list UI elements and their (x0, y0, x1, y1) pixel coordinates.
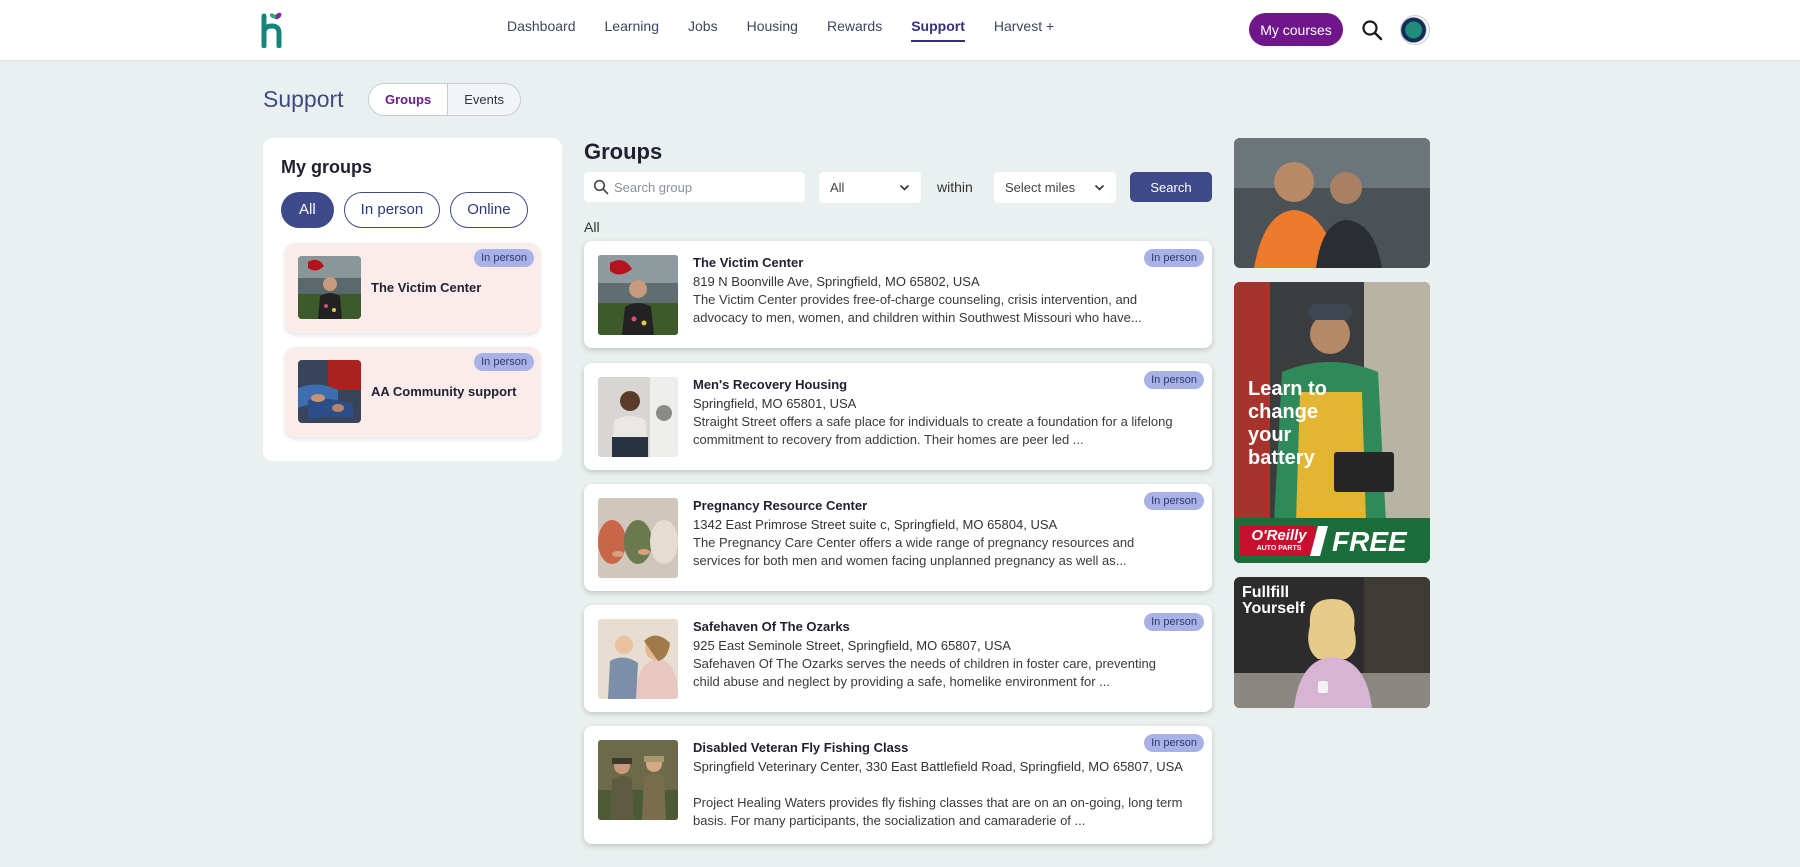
tab-groups[interactable]: Groups (369, 84, 449, 115)
in-person-badge: In person (1144, 492, 1204, 510)
group-thumbnail (598, 619, 678, 699)
my-group-card[interactable]: The Victim Center In person (285, 243, 540, 333)
group-search-field (584, 172, 805, 202)
group-name: Men's Recovery Housing (693, 377, 848, 392)
my-group-name: AA Community support (371, 384, 517, 399)
my-groups-filters: All In person Online (281, 192, 528, 228)
nav-harvest-plus[interactable]: Harvest + (994, 18, 1054, 42)
group-thumbnail (598, 740, 678, 820)
group-description: Project Healing Waters provides fly fish… (693, 795, 1183, 828)
group-card[interactable]: The Victim Center 819 N Boonville Ave, S… (584, 241, 1212, 348)
ad-headline: Fullfill Yourself (1242, 584, 1305, 617)
my-courses-button[interactable]: My courses (1249, 13, 1343, 46)
group-thumbnail (598, 377, 678, 457)
filter-online[interactable]: Online (450, 192, 528, 228)
group-card[interactable]: Men's Recovery Housing Springfield, MO 6… (584, 363, 1212, 470)
nav-rewards[interactable]: Rewards (827, 18, 882, 42)
ad-free-label: FREE (1332, 526, 1407, 557)
my-group-card[interactable]: AA Community support In person (285, 347, 540, 437)
miles-value: Select miles (1005, 180, 1076, 195)
top-navigation-bar: Dashboard Learning Jobs Housing Rewards … (0, 0, 1800, 61)
main-nav: Dashboard Learning Jobs Housing Rewards … (507, 18, 1083, 42)
nav-support[interactable]: Support (911, 18, 965, 42)
group-description: Safehaven Of The Ozarks serves the needs… (693, 656, 1156, 689)
my-groups-panel: My groups All In person Online The Victi… (263, 138, 562, 461)
group-thumbnail (298, 256, 361, 319)
harvest-logo[interactable] (260, 10, 286, 48)
in-person-badge: In person (474, 249, 534, 267)
group-address: 925 East Seminole Street, Springfield, M… (693, 638, 1011, 653)
search-icon[interactable] (1360, 18, 1384, 42)
group-address: Springfield Veterinary Center, 330 East … (693, 759, 1183, 774)
ad-headline: Learn to change your battery (1248, 378, 1327, 469)
page-title: Support (263, 86, 344, 112)
group-description: The Victim Center provides free-of-charg… (693, 292, 1142, 325)
in-person-badge: In person (1144, 734, 1204, 752)
group-thumbnail (598, 255, 678, 335)
group-thumbnail (598, 498, 678, 578)
miles-select[interactable]: Select miles (994, 172, 1116, 203)
group-address: Springfield, MO 65801, USA (693, 396, 857, 411)
nav-dashboard[interactable]: Dashboard (507, 18, 576, 42)
within-label: within (937, 179, 973, 195)
ad-banner-oreilly[interactable]: Learn to change your battery O'Reilly AU… (1234, 282, 1430, 563)
my-group-name: The Victim Center (371, 280, 482, 295)
filter-in-person[interactable]: In person (343, 192, 441, 228)
group-name: The Victim Center (693, 255, 804, 270)
filter-all[interactable]: All (281, 192, 334, 228)
search-button[interactable]: Search (1130, 172, 1212, 202)
group-type-value: All (830, 180, 845, 195)
chevron-down-icon (899, 184, 910, 191)
group-card[interactable]: Pregnancy Resource Center 1342 East Prim… (584, 484, 1212, 591)
groups-events-toggle: Groups Events (368, 83, 521, 116)
in-person-badge: In person (1144, 249, 1204, 267)
group-address: 1342 East Primrose Street suite c, Sprin… (693, 517, 1058, 532)
my-groups-title: My groups (281, 157, 373, 177)
group-address: 819 N Boonville Ave, Springfield, MO 658… (693, 274, 980, 289)
group-description: Straight Street offers a safe place for … (693, 414, 1173, 447)
tab-events[interactable]: Events (448, 84, 520, 115)
list-filter-label: All (584, 219, 600, 235)
oreilly-logo: O'Reilly AUTO PARTS (1244, 527, 1314, 553)
in-person-badge: In person (1144, 371, 1204, 389)
user-avatar[interactable] (1400, 15, 1430, 45)
nav-jobs[interactable]: Jobs (688, 18, 718, 42)
group-name: Disabled Veteran Fly Fishing Class (693, 740, 909, 755)
group-description: The Pregnancy Care Center offers a wide … (693, 535, 1135, 568)
ad-image (1234, 138, 1430, 268)
in-person-badge: In person (474, 353, 534, 371)
oreilly-brand: O'Reilly (1251, 527, 1307, 544)
group-name: Safehaven Of The Ozarks (693, 619, 850, 634)
chevron-down-icon (1094, 184, 1105, 191)
oreilly-brand-sub: AUTO PARTS (1256, 545, 1302, 552)
group-type-select[interactable]: All (819, 172, 921, 203)
nav-learning[interactable]: Learning (605, 18, 660, 42)
ad-banner-fulfill[interactable]: Fullfill Yourself (1234, 577, 1430, 708)
in-person-badge: In person (1144, 613, 1204, 631)
group-card[interactable]: Disabled Veteran Fly Fishing Class Sprin… (584, 726, 1212, 844)
group-card[interactable]: Safehaven Of The Ozarks 925 East Seminol… (584, 605, 1212, 712)
search-icon (593, 179, 609, 195)
group-thumbnail (298, 360, 361, 423)
search-group-input[interactable] (614, 172, 799, 202)
group-name: Pregnancy Resource Center (693, 498, 868, 513)
groups-title: Groups (584, 139, 663, 164)
nav-housing[interactable]: Housing (747, 18, 798, 42)
ad-banner-portrait[interactable] (1234, 138, 1430, 268)
